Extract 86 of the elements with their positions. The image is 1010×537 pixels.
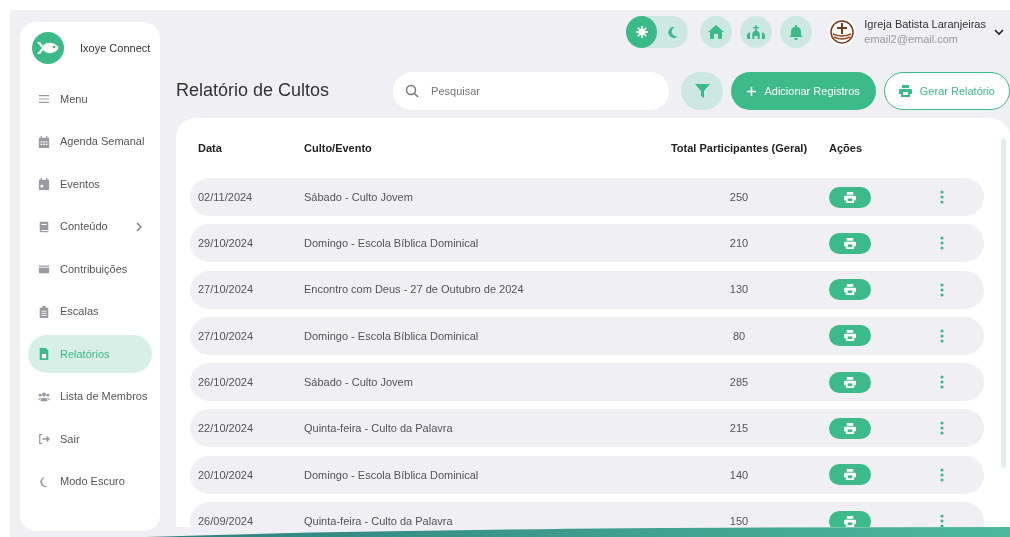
table-cell-text: Domingo - Escola Bíblica Dominical <box>304 236 480 252</box>
brand-name: Ixoye Connect <box>80 40 151 56</box>
column-header: Culto/Evento <box>304 140 373 156</box>
print-button[interactable] <box>829 510 871 527</box>
scrollbar[interactable] <box>1001 138 1006 468</box>
print-button[interactable] <box>829 186 871 208</box>
sidebar-item[interactable]: Conteúdo <box>28 207 152 246</box>
sidebar-item[interactable]: Escalas <box>28 292 152 331</box>
notifications-button[interactable] <box>780 16 813 48</box>
table-cell-text: Quinta-feira - Culto da Palavra <box>304 513 454 527</box>
table-cell-text: 26/10/2024 <box>198 374 255 390</box>
table-cell-text: 285 <box>729 374 749 390</box>
people-icon <box>38 390 50 403</box>
book-icon <box>38 220 50 233</box>
sidebar-item[interactable]: Menu <box>28 80 152 118</box>
sidebar-item[interactable]: Contribuições <box>28 250 152 288</box>
print-button[interactable] <box>829 418 871 439</box>
column-header: Data <box>198 140 223 156</box>
table-cell-text: Domingo - Escola Bíblica Dominical <box>304 328 480 344</box>
wallet-icon <box>38 263 50 275</box>
print-button[interactable] <box>829 232 871 254</box>
calendar-icon <box>38 135 50 148</box>
print-button[interactable] <box>829 325 871 347</box>
sidebar-item[interactable]: Eventos <box>28 165 152 203</box>
clipboard-icon <box>38 305 50 318</box>
printer-icon <box>844 423 856 434</box>
user-email: email2@email.com <box>864 32 959 47</box>
church-logo-icon <box>828 18 857 46</box>
table-cell-text: 210 <box>729 236 749 252</box>
sidebar-item[interactable]: Agenda Semanal <box>28 122 152 161</box>
table-cell-text: Sábado - Culto Jovem <box>304 189 414 205</box>
document-icon <box>38 348 50 360</box>
printer-icon <box>844 376 856 388</box>
sun-icon <box>635 26 648 38</box>
home-button[interactable] <box>700 16 733 48</box>
search-field[interactable]: Pesquisar <box>393 72 669 110</box>
column-header: Ações <box>829 140 864 156</box>
sidebar-item[interactable]: Modo Escuro <box>28 462 152 501</box>
table-cell-text: 130 <box>729 282 749 298</box>
table-cell-text: Domingo - Escola Bíblica Dominical <box>304 467 480 483</box>
logout-icon <box>38 433 50 445</box>
printer-icon <box>844 515 856 527</box>
sidebar-item[interactable]: Sair <box>28 420 152 458</box>
printer-icon <box>844 469 856 481</box>
table-cell-text: 27/10/2024 <box>198 282 255 298</box>
table-cell-text: 80 <box>732 328 746 344</box>
print-button[interactable] <box>829 371 871 393</box>
table-cell-text: 20/10/2024 <box>198 467 255 483</box>
bell-icon <box>789 24 804 40</box>
table-cell-text: Sábado - Culto Jovem <box>304 374 414 390</box>
menu-icon <box>38 93 50 105</box>
print-button[interactable] <box>829 279 871 301</box>
table-cell-text: 29/10/2024 <box>198 236 255 252</box>
chevron-down-icon[interactable] <box>994 28 1004 36</box>
printer-icon <box>844 237 856 249</box>
fish-logo-icon <box>32 32 64 64</box>
church-icon <box>747 25 766 39</box>
table-cell-text: 215 <box>729 421 749 437</box>
table-cell-text: 250 <box>729 189 749 205</box>
print-button[interactable] <box>829 464 871 486</box>
table-cell-text: 150 <box>729 513 749 527</box>
table-cell-text: Encontro com Deus - 27 de Outubro de 2024 <box>304 282 525 298</box>
printer-icon <box>844 284 856 296</box>
theme-toggle[interactable] <box>626 16 689 48</box>
table-cell-text: 02/11/2024 <box>198 189 254 205</box>
printer-icon <box>844 191 856 203</box>
moon-icon <box>667 26 678 38</box>
table-cell-text: 140 <box>729 467 749 483</box>
page-title: Relatório de Cultos <box>176 80 330 102</box>
filter-button[interactable] <box>680 72 724 110</box>
column-header: Total Participantes (Geral) <box>670 140 808 156</box>
filter-icon <box>694 84 710 98</box>
user-name: Igreja Batista Laranjeiras <box>864 17 986 32</box>
table-cell-text: 26/09/2024 <box>198 513 255 527</box>
moon-icon <box>38 475 50 488</box>
calendar-icon <box>38 178 50 190</box>
church-button[interactable] <box>740 16 773 48</box>
plus-icon <box>747 86 757 96</box>
table-cell-text: 27/10/2024 <box>198 328 255 344</box>
printer-icon <box>844 330 856 342</box>
table-cell-text: Quinta-feira - Culto da Palavra <box>304 421 454 437</box>
printer-icon <box>898 85 912 97</box>
search-icon <box>405 84 420 98</box>
home-icon <box>708 25 725 39</box>
table-cell-text: 22/10/2024 <box>198 421 255 437</box>
sidebar-item[interactable]: Lista de Membros <box>28 377 152 416</box>
